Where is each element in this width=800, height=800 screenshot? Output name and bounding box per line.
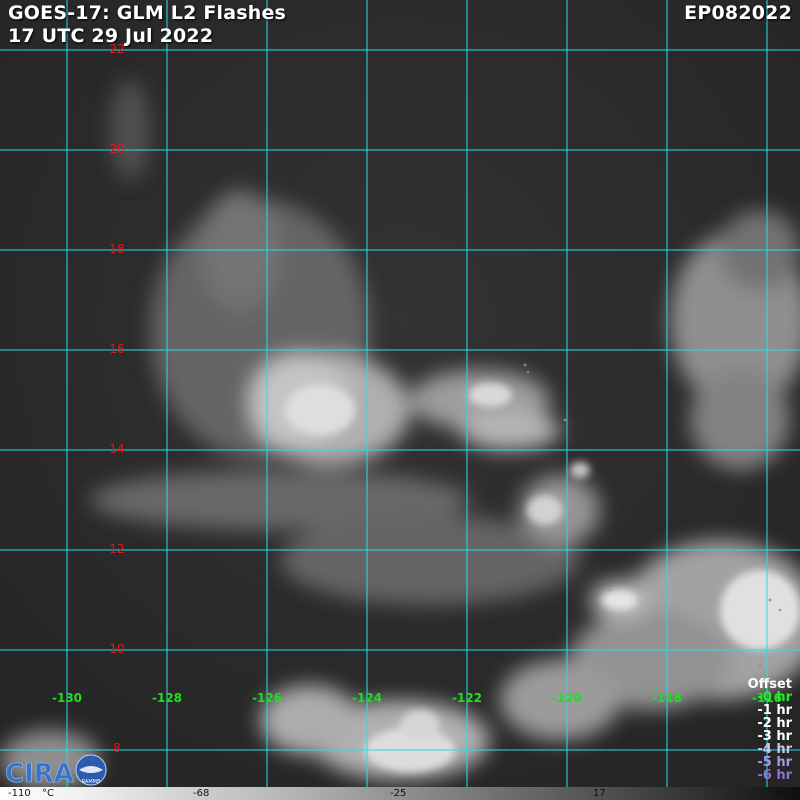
- lon-label: -120: [551, 691, 583, 705]
- lat-label: 10: [109, 642, 125, 656]
- lon-label: -124: [351, 691, 383, 705]
- lat-label: 22: [109, 42, 125, 56]
- colorbar-label: 60: [776, 788, 789, 799]
- product-title: GOES-17: GLM L2 Flashes: [8, 2, 287, 24]
- colorbar-label: -110: [8, 788, 31, 799]
- lat-label: 12: [109, 542, 125, 556]
- logo-subtext: RAMMB: [82, 779, 101, 785]
- cira-rammb-logo: CIRA RAMMB: [5, 754, 107, 788]
- lat-label: 8: [113, 741, 121, 755]
- colorbar-unit: °C: [42, 788, 54, 799]
- satellite-image: [0, 0, 800, 800]
- legend-item: -6 hr: [757, 768, 792, 783]
- colorbar-label: 17: [593, 788, 606, 799]
- lon-label: -122: [451, 691, 483, 705]
- lon-label: -128: [151, 691, 183, 705]
- logo-text: CIRA: [5, 759, 74, 788]
- lat-label: 18: [109, 242, 125, 256]
- lat-label: 14: [109, 442, 125, 456]
- lat-label: 16: [109, 342, 125, 356]
- lon-label: -126: [251, 691, 283, 705]
- offset-legend: Offset -0 hr -1 hr -2 hr -3 hr -4 hr -5 …: [748, 678, 792, 782]
- lon-label: -118: [651, 691, 683, 705]
- lat-label: 20: [109, 142, 125, 156]
- colorbar-label: -25: [390, 788, 407, 799]
- lon-label: -130: [51, 691, 83, 705]
- colorbar-label: -68: [193, 788, 210, 799]
- storm-id: EP082022: [684, 2, 792, 24]
